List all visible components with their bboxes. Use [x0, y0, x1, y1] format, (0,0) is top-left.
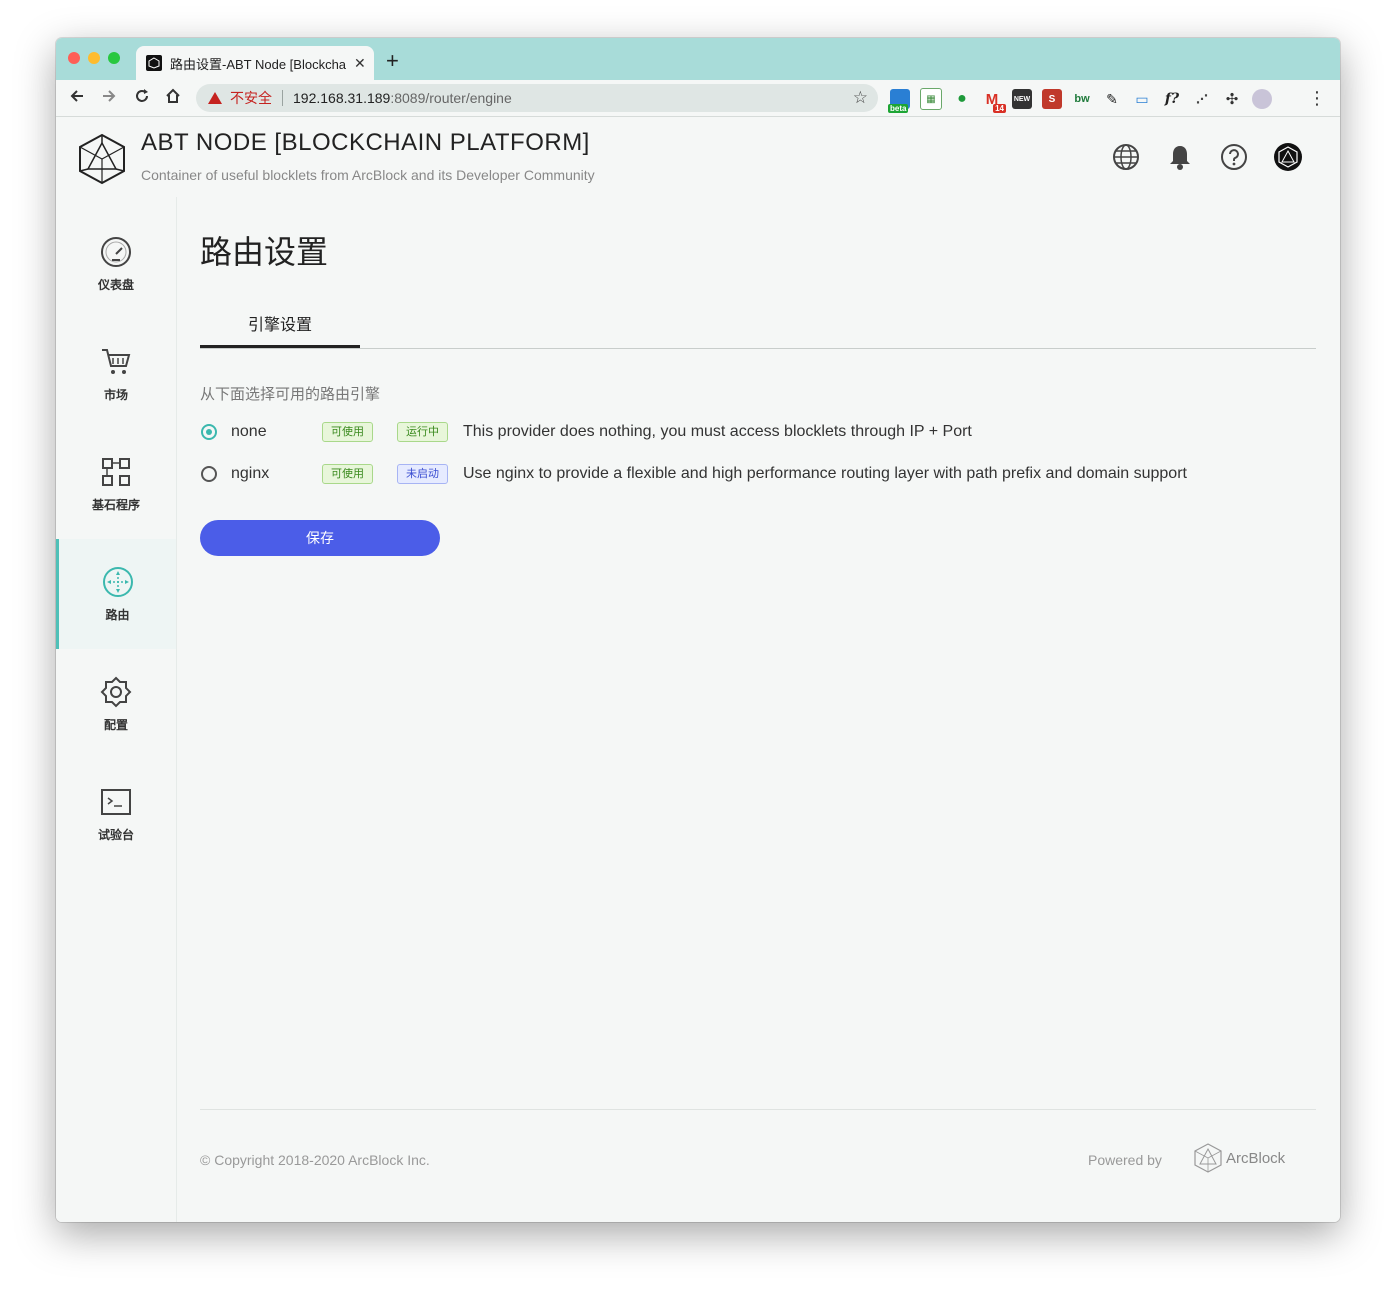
save-button[interactable]: 保存 [200, 520, 440, 556]
browser-window: 路由设置-ABT Node [Blockchain Platform] ✕ + … [56, 38, 1340, 1222]
terminal-icon [101, 788, 131, 815]
header-actions [1110, 141, 1304, 173]
evernote-icon[interactable]: ● [952, 89, 972, 109]
sidebar-item-router[interactable]: 路由 [56, 539, 176, 649]
sidebar-item-market[interactable]: 市场 [56, 319, 176, 429]
sidebar: 仪表盘 市场 基石程序 路由 配置 试验台 [56, 197, 177, 1222]
puzzle-icon[interactable]: ✣ [1222, 89, 1242, 109]
status-badge-available: 可使用 [322, 464, 373, 484]
arcblock-favicon-icon [146, 55, 162, 71]
extension-beta-icon[interactable]: beta [888, 89, 910, 113]
copyright-text: © Copyright 2018-2020 ArcBlock Inc. [200, 1152, 430, 1168]
close-window-button[interactable] [68, 52, 80, 64]
beta-badge: beta [888, 104, 909, 113]
extensions-bar: beta ▦ ● M 14 NEW S bw ✎ ▭ f? ⋰ ✣ [888, 88, 1272, 113]
abt-node-logo-icon[interactable] [78, 133, 126, 190]
extension-new-icon[interactable]: NEW [1012, 89, 1032, 109]
app-subtitle: Container of useful blocklets from ArcBl… [141, 167, 595, 183]
help-icon[interactable] [1218, 141, 1250, 173]
address-bar[interactable]: 不安全 192.168.31.189:8089/router/engine ☆ [196, 84, 878, 112]
status-badge-available: 可使用 [322, 422, 373, 442]
extension-graph-icon[interactable]: ⋰ [1192, 89, 1212, 109]
bookmark-star-icon[interactable]: ☆ [853, 88, 868, 108]
url-path: :8089/router/engine [390, 90, 512, 106]
provider-description: Use nginx to provide a flexible and high… [463, 465, 1187, 482]
window-controls [68, 52, 120, 64]
sidebar-item-label: 基石程序 [91, 497, 140, 512]
back-icon[interactable] [68, 87, 86, 110]
radio-nginx[interactable] [201, 466, 217, 482]
sidebar-item-settings[interactable]: 配置 [56, 649, 176, 759]
user-avatar[interactable] [1272, 141, 1304, 173]
sidebar-item-label: 路由 [105, 607, 130, 622]
extension-bw-icon[interactable]: bw [1072, 89, 1092, 109]
gear-icon [100, 676, 132, 707]
status-badge-running: 运行中 [397, 422, 448, 442]
blocklets-icon [102, 457, 130, 486]
extension-s-icon[interactable]: S [1042, 89, 1062, 109]
provider-name: nginx [231, 465, 270, 482]
forward-icon[interactable] [100, 87, 118, 110]
tab-engine-settings[interactable]: 引擎设置 [200, 300, 360, 348]
divider [282, 90, 283, 106]
instruction-text: 从下面选择可用的路由引擎 [200, 386, 381, 403]
sidebar-item-blocklets[interactable]: 基石程序 [56, 429, 176, 539]
sidebar-item-label: 试验台 [97, 827, 134, 842]
mail-count-badge: 14 [993, 104, 1006, 113]
sidebar-item-label: 仪表盘 [97, 277, 134, 292]
tab-bar: 路由设置-ABT Node [Blockchain Platform] ✕ + [56, 38, 1340, 80]
new-tab-button[interactable]: + [386, 50, 399, 72]
browser-tab-active[interactable]: 路由设置-ABT Node [Blockchain Platform] ✕ [136, 46, 374, 80]
provider-option-none[interactable]: none 可使用 运行中 This provider does nothing,… [200, 419, 972, 445]
maximize-window-button[interactable] [108, 52, 120, 64]
dashboard-icon [101, 236, 131, 267]
provider-name: none [231, 423, 267, 440]
extension-pen-icon[interactable]: ✎ [1102, 89, 1122, 109]
tab-title: 路由设置-ABT Node [Blockchain Platform] [170, 56, 346, 72]
radio-none[interactable] [201, 424, 217, 440]
app-title: ABT NODE [BLOCKCHAIN PLATFORM] [141, 129, 590, 156]
extension-function-icon[interactable]: f? [1162, 89, 1182, 109]
browser-menu-icon[interactable]: ⋮ [1308, 88, 1326, 109]
browser-toolbar: 不安全 192.168.31.189:8089/router/engine ☆ … [56, 80, 1340, 117]
arcblock-brand[interactable]: ArcBlock [1194, 1143, 1285, 1173]
extension-screen-icon[interactable]: ▭ [1132, 89, 1152, 109]
url-host: 192.168.31.189 [293, 90, 391, 106]
tab-close-icon[interactable]: ✕ [354, 55, 366, 72]
security-label[interactable]: 不安全 [230, 88, 272, 108]
sidebar-item-dashboard[interactable]: 仪表盘 [56, 209, 176, 319]
warning-icon [208, 92, 222, 104]
home-icon[interactable] [164, 87, 182, 110]
provider-description: This provider does nothing, you must acc… [463, 423, 972, 440]
bell-icon[interactable] [1164, 141, 1196, 173]
reload-icon[interactable] [133, 87, 151, 110]
cart-icon [102, 348, 131, 374]
sidebar-item-label: 市场 [103, 387, 128, 402]
status-badge-stopped: 未启动 [397, 464, 448, 484]
profile-avatar-icon[interactable] [1252, 89, 1272, 109]
footer-divider [200, 1109, 1316, 1110]
gmail-icon[interactable]: M 14 [982, 89, 1006, 113]
provider-option-nginx[interactable]: nginx 可使用 未启动 Use nginx to provide a fle… [200, 461, 1187, 487]
minimize-window-button[interactable] [88, 52, 100, 64]
sidebar-item-label: 配置 [103, 717, 128, 732]
arcblock-logo-icon [1194, 1143, 1222, 1173]
tabs-row: 引擎设置 [200, 300, 1316, 349]
app-root: ABT NODE [BLOCKCHAIN PLATFORM] Container… [56, 117, 1340, 1222]
sidebar-item-playground[interactable]: 试验台 [56, 759, 176, 869]
extension-sheet-icon[interactable]: ▦ [920, 88, 942, 110]
powered-by-text: Powered by [1088, 1152, 1162, 1168]
arcblock-brand-label: ArcBlock [1226, 1149, 1286, 1167]
globe-icon[interactable] [1110, 141, 1142, 173]
router-icon [102, 566, 133, 597]
page-title: 路由设置 [200, 234, 329, 270]
